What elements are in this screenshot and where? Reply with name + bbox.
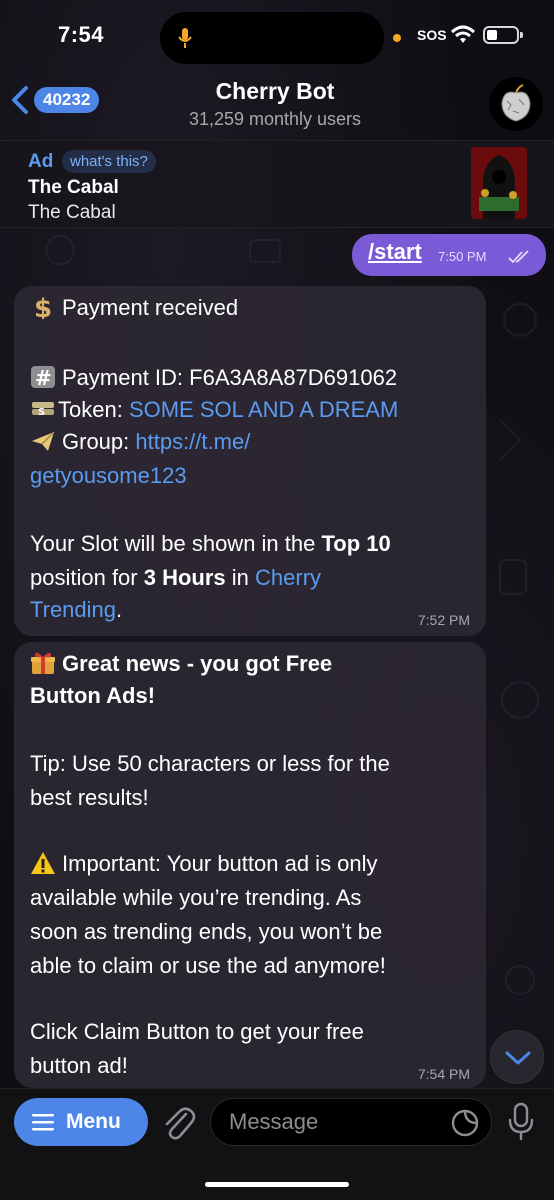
paperclip-icon[interactable] xyxy=(160,1102,196,1142)
scroll-to-bottom-button[interactable] xyxy=(490,1030,544,1084)
chat-header: 40232 Cherry Bot 31,259 monthly users xyxy=(0,74,554,134)
slot-line-2: position for 3 Hours in Cherry xyxy=(30,565,322,590)
home-indicator xyxy=(205,1182,349,1187)
wifi-icon xyxy=(451,25,475,43)
chat-title-block[interactable]: Cherry Bot 31,259 monthly users xyxy=(150,78,400,130)
sponsored-ad-banner[interactable]: Ad what's this? The Cabal The Cabal xyxy=(0,140,554,228)
important-line-3: soon as trending ends, you won’t be xyxy=(30,919,383,944)
menu-button-label: Menu xyxy=(66,1110,121,1133)
message-time: 7:52 PM xyxy=(417,612,470,628)
message-field[interactable] xyxy=(210,1098,492,1146)
outgoing-message[interactable]: /start 7:50 PM xyxy=(352,234,546,276)
group-link-continued[interactable]: getyousome123 xyxy=(30,460,187,492)
chevron-down-icon xyxy=(505,1051,531,1065)
dollar-sign-icon: $ xyxy=(34,295,52,319)
payment-received-line: $ Payment received xyxy=(30,292,238,324)
ad-description: The Cabal xyxy=(28,202,116,223)
bot-menu-button[interactable]: Menu xyxy=(14,1098,148,1146)
hash-icon: # xyxy=(31,366,55,389)
headline-line-2: Button Ads! xyxy=(30,683,156,708)
microphone-icon[interactable] xyxy=(507,1102,535,1142)
chat-title: Cherry Bot xyxy=(215,78,335,104)
apple-logo-icon xyxy=(489,77,543,131)
important-line-2: available while you’re trending. As xyxy=(30,885,362,910)
ad-thumbnail xyxy=(471,147,527,219)
token-link[interactable]: SOME SOL AND A DREAM xyxy=(129,397,398,422)
privacy-indicator-dot xyxy=(393,34,401,42)
message-time: 7:54 PM xyxy=(417,1066,470,1082)
svg-text:S: S xyxy=(38,407,45,418)
slot-line-3: Trending. xyxy=(30,597,123,622)
message-input[interactable] xyxy=(229,1107,439,1137)
carrier-sos-label: SOS xyxy=(417,27,447,43)
svg-text:#: # xyxy=(35,366,52,389)
battery-icon xyxy=(483,26,523,44)
message-time: 7:50 PM xyxy=(438,249,487,264)
payment-message: $ Payment received # Payment ID: F6A3A8A… xyxy=(14,286,486,636)
paper-plane-icon xyxy=(32,431,55,451)
ad-title: The Cabal xyxy=(28,177,119,198)
double-check-icon xyxy=(508,250,529,264)
svg-text:$: $ xyxy=(34,295,52,319)
important-line-1: Important: Your button ad is only xyxy=(30,848,378,880)
important-line-4: able to claim or use the ad anymore! xyxy=(30,953,386,978)
money-stack-icon: S xyxy=(32,402,54,418)
payment-id-line: # Payment ID: F6A3A8A87D691062 xyxy=(30,362,397,394)
outgoing-command-link[interactable]: /start xyxy=(368,239,422,265)
token-line: S Token: SOME SOL AND A DREAM xyxy=(30,394,398,426)
sticker-icon[interactable] xyxy=(451,1109,479,1137)
chevron-left-icon xyxy=(12,86,28,114)
tip-line-2: best results! xyxy=(30,785,149,810)
free-button-ads-message: Great news - you got Free Button Ads! Ti… xyxy=(14,642,486,1088)
slot-line-1: Your Slot will be shown in the Top 10 xyxy=(30,531,391,556)
cherry-link[interactable]: Cherry xyxy=(255,565,321,590)
group-link[interactable]: https://t.me/ xyxy=(135,429,250,454)
ad-label: Ad xyxy=(28,151,54,172)
back-button[interactable]: 40232 xyxy=(10,84,100,116)
status-time: 7:54 xyxy=(58,22,105,47)
claim-line-2: button ad! xyxy=(30,1053,128,1078)
microphone-indicator-icon xyxy=(178,28,192,48)
dynamic-island xyxy=(160,12,384,64)
unread-count-badge: 40232 xyxy=(34,87,100,113)
warning-icon xyxy=(31,852,55,874)
status-bar: 7:54 SOS xyxy=(0,0,554,74)
trending-link[interactable]: Trending xyxy=(30,597,116,622)
hamburger-menu-icon xyxy=(32,1114,54,1131)
tip-line-1: Tip: Use 50 characters or less for the xyxy=(30,751,390,776)
group-line: Group: https://t.me/ xyxy=(30,426,250,458)
gift-icon xyxy=(31,652,55,674)
headline-line-1: Great news - you got Free xyxy=(30,648,332,680)
bot-avatar[interactable] xyxy=(489,77,543,131)
whats-this-button[interactable]: what's this? xyxy=(62,150,156,173)
chat-subtitle: 31,259 monthly users xyxy=(188,109,362,129)
claim-line-1: Click Claim Button to get your free xyxy=(30,1019,364,1044)
